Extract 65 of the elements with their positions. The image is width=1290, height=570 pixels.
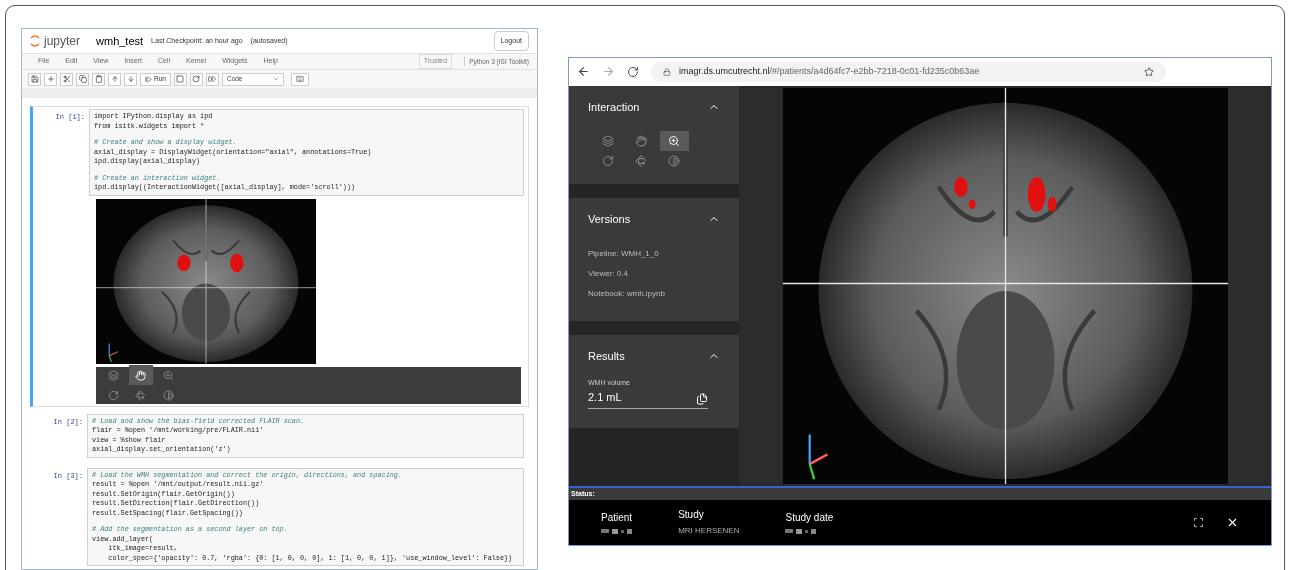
jupyter-logo-icon [30,33,40,48]
toolbar-button[interactable] [76,72,89,86]
arrow-up-icon [110,75,119,84]
toolbar-button[interactable] [28,72,41,86]
rotate-3d-icon [635,155,647,168]
lock-icon [663,67,671,76]
rotate-icon [108,389,120,401]
paste-icon [94,75,103,84]
back-icon[interactable] [577,65,590,79]
layers-icon [108,369,120,381]
restart-icon [192,75,201,84]
rotate-icon [601,155,614,168]
bookmark-icon[interactable] [1144,66,1154,77]
hand-icon [635,135,647,148]
status-heading: Study [678,508,705,523]
stop-icon [176,75,185,84]
forward-icon[interactable] [602,65,615,79]
contrast-icon [668,155,681,168]
toolbar-button[interactable] [60,72,73,86]
keyboard-icon [295,75,304,84]
contrast-icon [162,389,174,401]
toolbar-button[interactable] [44,72,57,86]
toolbar-button[interactable] [205,72,219,86]
toolbar-button[interactable] [108,72,121,86]
copy-icon [696,393,708,406]
dropdown-icon [272,76,279,83]
result-value: 2.1 mL [588,389,623,405]
save-icon [30,75,39,84]
tool-button[interactable] [659,131,689,152]
zoom-icon [668,135,681,148]
toolbar-button[interactable] [173,72,187,86]
address-bar[interactable]: imagr.ds.umcutrecht.nl/#/patients/a4d64fc7-e2bb-7218-0c01-fd235c0b63ae [651,61,1166,82]
version-text: Pipeline: WMH_1_0 [588,247,660,260]
status-heading: Study date [785,511,834,526]
toolbar-button[interactable] [189,72,203,86]
keyboard-button[interactable] [290,72,309,86]
toolbar-button[interactable] [124,72,137,86]
notebook-title: wmh_test [96,33,144,49]
tool-button[interactable] [129,365,153,385]
status-value: MRI HERSENEN [678,525,740,538]
plus-icon [46,75,55,84]
rotate-3d-icon [135,389,147,401]
copy-icon [78,75,87,84]
app-name: jupyter [44,32,81,50]
status-heading: Patient [601,511,633,526]
panel-title: Results [588,348,625,364]
hand-icon [135,369,147,381]
fast-forward-icon [208,75,217,84]
arrow-down-icon [126,75,135,84]
layers-icon [601,135,614,148]
code-input[interactable] [87,467,524,566]
code-input[interactable] [89,109,524,196]
fullscreen-icon[interactable] [1193,516,1204,528]
copy-button[interactable] [696,393,708,406]
reload-icon[interactable] [627,65,639,78]
zoom-icon [162,369,174,381]
toolbar-button[interactable] [92,72,105,86]
version-text: Viewer: 0.4 [588,267,629,280]
panel-title: Interaction [588,99,640,115]
run-icon [145,75,152,83]
cut-icon [62,75,71,84]
url-text: imagr.ds.umcutrecht.nl/#/patients/a4d64fc7-e2bb-7218-0c01-fd235c0b63ae [679,65,980,79]
panel-title: Versions [588,212,631,228]
notebook-cell[interactable] [30,106,529,407]
version-text: Notebook: wmh.ipynb [588,287,666,300]
